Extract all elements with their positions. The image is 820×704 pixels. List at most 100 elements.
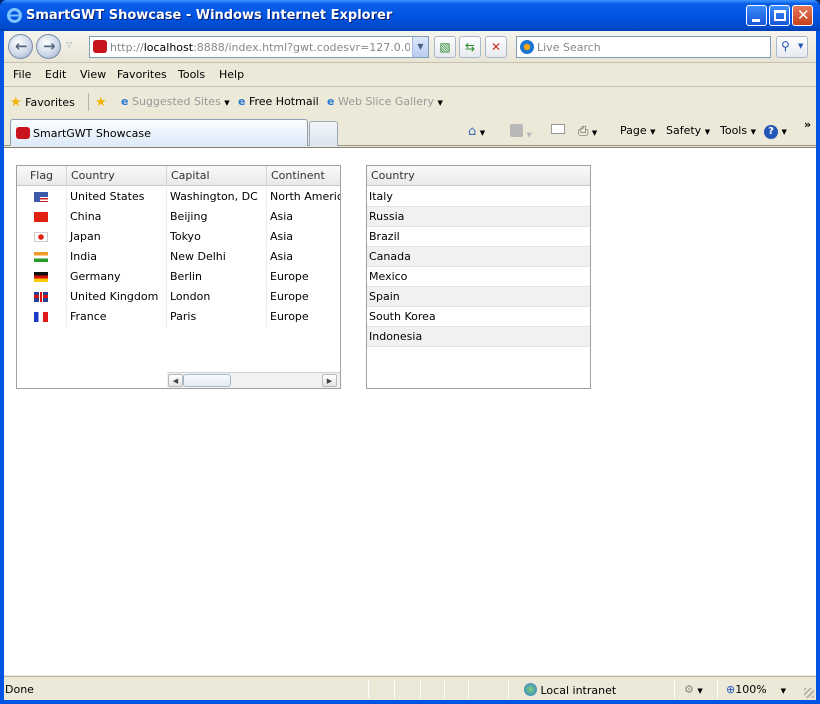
stop-button[interactable]: ✕	[485, 36, 507, 58]
home-button[interactable]: ⌂ ▼	[468, 124, 485, 139]
minimize-button[interactable]	[746, 5, 767, 26]
column-header-capital[interactable]: Capital	[167, 166, 267, 186]
menu-tools[interactable]: Tools	[178, 68, 205, 81]
column-header-country[interactable]: Country	[367, 166, 590, 186]
menu-view[interactable]: View	[80, 68, 106, 81]
search-button[interactable]: ⚲ ▼	[776, 36, 808, 58]
list-item[interactable]: Spain	[367, 287, 590, 307]
suggested-sites-link[interactable]: e Suggested Sites ▼	[121, 95, 230, 108]
menu-help[interactable]: Help	[219, 68, 244, 81]
new-tab-button[interactable]	[309, 121, 338, 146]
column-header-country[interactable]: Country	[67, 166, 167, 186]
horizontal-scrollbar[interactable]: ◀ ▶	[167, 372, 340, 388]
chevron-down-icon: ▼	[479, 129, 486, 137]
country-cell: Germany	[67, 267, 167, 287]
back-button[interactable]: ←	[8, 34, 33, 59]
capital-cell: Paris	[167, 307, 267, 327]
address-bar[interactable]: http://localhost:8888/index.html?gwt.cod…	[89, 36, 429, 58]
chevron-down-icon: ▼	[591, 129, 598, 137]
scroll-right-button[interactable]: ▶	[322, 374, 337, 387]
tools-menu-label: Tools	[720, 124, 748, 137]
status-divider	[468, 680, 469, 698]
table-row[interactable]: Japan Tokyo Asia	[17, 227, 340, 247]
protected-mode-button[interactable]: ⚙ ▼	[684, 683, 703, 696]
tools-menu-button[interactable]: Tools ▼	[720, 124, 756, 137]
list-item[interactable]: Italy	[367, 187, 590, 207]
minimize-icon	[752, 19, 760, 22]
table-row[interactable]: United Kingdom London Europe	[17, 287, 340, 307]
flag-cell	[17, 307, 67, 327]
menu-file[interactable]: File	[13, 68, 31, 81]
country-list-grid: Country Italy Russia Brazil Canada Mexico Spa…	[366, 165, 591, 389]
site-favicon-icon	[16, 127, 30, 139]
continent-cell: Europe	[267, 267, 340, 287]
status-divider	[420, 680, 421, 698]
read-mail-button[interactable]	[551, 124, 565, 137]
flag-us-icon	[34, 192, 48, 202]
list-item[interactable]: South Korea	[367, 307, 590, 327]
table-row[interactable]: Germany Berlin Europe	[17, 267, 340, 287]
address-dropdown-button[interactable]: ▼	[412, 37, 428, 57]
table-row[interactable]: India New Delhi Asia	[17, 247, 340, 267]
free-hotmail-label: Free Hotmail	[248, 95, 319, 108]
browser-frame: ← → ▽ http://localhost:8888/index.html?g…	[4, 31, 816, 700]
resize-grip-icon[interactable]	[804, 688, 814, 698]
web-slice-gallery-label: Web Slice Gallery	[337, 95, 435, 108]
scrollbar-thumb[interactable]	[183, 374, 231, 387]
help-menu-button[interactable]: ? ▼	[764, 124, 787, 139]
add-to-favorites-bar-button[interactable]: ★	[95, 95, 107, 110]
compatibility-view-button[interactable]: ▧	[434, 36, 456, 58]
list-item[interactable]: Mexico	[367, 267, 590, 287]
print-button[interactable]: ⎙ ▼	[578, 124, 597, 139]
security-zone-label: Local intranet	[540, 684, 617, 697]
search-options-dropdown-icon[interactable]: ▼	[798, 42, 803, 50]
security-zone[interactable]: Local intranet	[524, 683, 616, 697]
maximize-button[interactable]	[769, 5, 790, 26]
menu-favorites[interactable]: Favorites	[117, 68, 167, 81]
flag-de-icon	[34, 272, 48, 282]
back-arrow-icon: ←	[15, 37, 28, 55]
column-header-continent[interactable]: Continent	[267, 166, 340, 186]
favorites-button[interactable]: ★ Favorites	[10, 95, 75, 110]
page-content: Flag Country Capital Continent United St…	[4, 147, 816, 675]
safety-menu-button[interactable]: Safety ▼	[666, 124, 710, 137]
continent-cell: Asia	[267, 247, 340, 267]
protected-mode-icon: ⚙	[684, 683, 694, 696]
flag-cell	[17, 207, 67, 227]
window-title: SmartGWT Showcase - Windows Internet Exp…	[26, 8, 393, 23]
table-row[interactable]: United StatesWashington, DCNorth America	[17, 187, 340, 207]
grid-header: Country	[367, 166, 590, 186]
search-placeholder: Live Search	[537, 41, 601, 54]
close-icon: ✕	[797, 6, 810, 24]
zoom-level-button[interactable]: ⊕100% ▼	[726, 683, 786, 696]
close-button[interactable]: ✕	[792, 5, 813, 26]
table-row[interactable]: France Paris Europe	[17, 307, 340, 327]
zoom-magnifier-icon: ⊕	[726, 683, 736, 696]
scroll-left-icon: ◀	[172, 377, 179, 385]
list-item[interactable]: Canada	[367, 247, 590, 267]
refresh-button[interactable]: ⇆	[459, 36, 481, 58]
forward-button[interactable]: →	[36, 34, 61, 59]
web-slice-gallery-link[interactable]: e Web Slice Gallery ▼	[327, 95, 443, 108]
status-divider	[444, 680, 445, 698]
scroll-left-button[interactable]: ◀	[168, 374, 183, 387]
zoom-level-label: 100%	[735, 683, 767, 696]
tab-smartgwt-showcase[interactable]: SmartGWT Showcase	[10, 119, 308, 146]
page-menu-button[interactable]: Page ▼	[620, 124, 656, 137]
flag-fr-icon	[34, 312, 48, 322]
chevron-down-icon: ▼	[224, 99, 230, 107]
column-header-flag[interactable]: Flag	[17, 166, 67, 186]
feeds-button[interactable]: ▼	[510, 124, 532, 140]
list-item[interactable]: Brazil	[367, 227, 590, 247]
list-item[interactable]: Russia	[367, 207, 590, 227]
list-item[interactable]: Indonesia	[367, 327, 590, 347]
recent-pages-dropdown[interactable]: ▽	[66, 40, 72, 49]
more-commands-button[interactable]: »	[804, 118, 811, 131]
flag-cell	[17, 227, 67, 247]
search-input[interactable]: Live Search	[516, 36, 771, 58]
free-hotmail-link[interactable]: e Free Hotmail	[238, 95, 319, 108]
flag-cell	[17, 247, 67, 267]
menu-edit[interactable]: Edit	[45, 68, 66, 81]
continent-cell: Europe	[267, 307, 340, 327]
table-row[interactable]: China Beijing Asia	[17, 207, 340, 227]
